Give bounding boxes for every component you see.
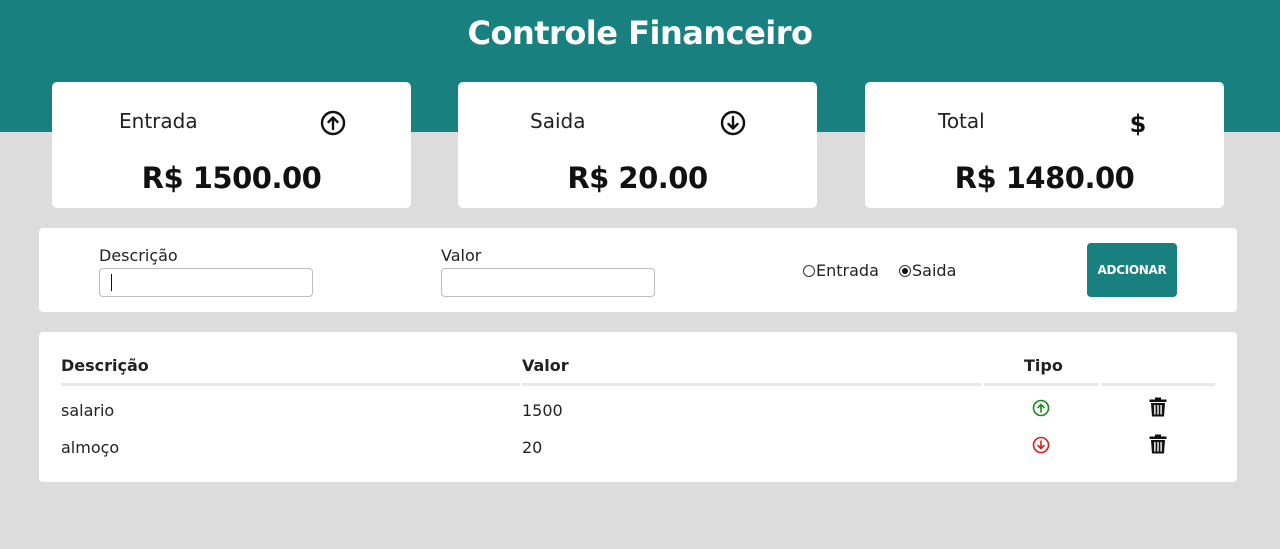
trash-icon[interactable] (1149, 397, 1167, 417)
description-input[interactable] (99, 268, 313, 297)
header-divider (984, 383, 1098, 386)
total-card-label: Total (938, 109, 985, 133)
expense-total-value: R$ 20.00 (567, 161, 708, 195)
expense-arrow-icon (1032, 436, 1050, 454)
dollar-icon: $ (1130, 110, 1147, 136)
add-button[interactable]: ADCIONAR (1087, 243, 1177, 297)
column-header-description: Descrição (61, 356, 149, 375)
row-value: 20 (522, 438, 543, 457)
column-header-type: Tipo (1024, 356, 1063, 375)
column-header-value: Valor (522, 356, 569, 375)
value-input[interactable] (441, 268, 655, 297)
page-title: Controle Financeiro (467, 14, 813, 52)
income-total-value: R$ 1500.00 (141, 161, 322, 195)
row-description: almoço (61, 438, 120, 457)
radio-expense[interactable]: Saida (899, 261, 956, 280)
header-divider (522, 383, 981, 386)
description-label: Descrição (99, 246, 178, 265)
total-card: Total $ R$ 1480.00 (865, 82, 1224, 208)
text-caret (111, 274, 112, 291)
row-description: salario (61, 401, 115, 420)
radio-income-label: Entrada (816, 261, 879, 280)
income-card-label: Entrada (119, 109, 198, 133)
trash-icon[interactable] (1149, 434, 1167, 454)
header-divider (61, 383, 520, 386)
expense-card-label: Saida (530, 109, 586, 133)
income-arrow-icon (1032, 399, 1050, 417)
radio-expense-label: Saida (912, 261, 957, 280)
svg-text:$: $ (1130, 110, 1147, 136)
radio-expense-button[interactable] (899, 264, 911, 277)
expense-card: Saida R$ 20.00 (458, 82, 817, 208)
arrow-down-circle-icon (720, 110, 746, 136)
income-card: Entrada R$ 1500.00 (52, 82, 411, 208)
transactions-table (39, 332, 1237, 482)
arrow-up-circle-icon (320, 110, 346, 136)
row-value: 1500 (522, 401, 563, 420)
header-divider (1101, 383, 1215, 386)
value-label: Valor (441, 246, 482, 265)
radio-income[interactable]: Entrada (803, 261, 879, 280)
radio-income-button[interactable] (803, 264, 815, 277)
balance-total-value: R$ 1480.00 (954, 161, 1135, 195)
